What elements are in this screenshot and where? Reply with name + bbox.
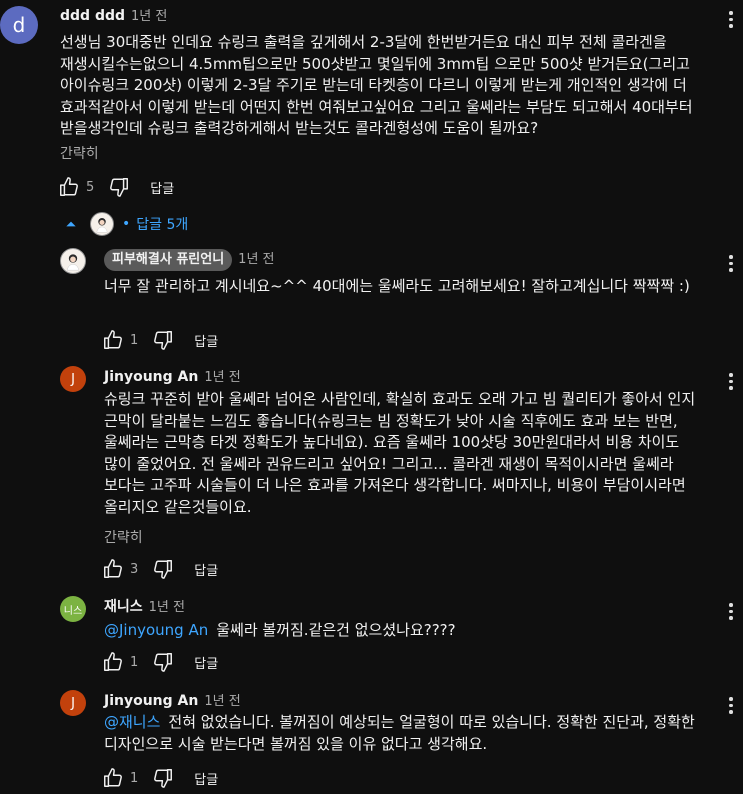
creator-avatar-image-icon bbox=[96, 218, 108, 233]
comment-header: ddd ddd 1년 전 bbox=[60, 5, 167, 24]
timestamp[interactable]: 1년 전 bbox=[204, 694, 240, 709]
thumbs-up-icon[interactable] bbox=[102, 558, 124, 580]
thumbs-down-icon[interactable] bbox=[152, 767, 174, 789]
show-less-button[interactable]: 간략히 bbox=[60, 143, 99, 163]
avatar[interactable] bbox=[60, 248, 86, 274]
like-count: 1 bbox=[130, 654, 139, 670]
like-count: 5 bbox=[86, 179, 95, 195]
reply-actions: 1 답글 bbox=[102, 650, 218, 674]
like-count: 1 bbox=[130, 770, 139, 786]
reply-button[interactable]: 답글 bbox=[194, 653, 218, 672]
more-actions-icon[interactable] bbox=[728, 8, 734, 31]
mention-link[interactable]: @재니스 bbox=[104, 713, 160, 731]
like-count: 3 bbox=[130, 561, 139, 577]
reply-item: 니스 재니스 1년 전 @Jinyoung An 울쎄라 볼꺼짐.같은건 없으셨나요… bbox=[0, 592, 743, 682]
reply-item: J Jinyoung An 1년 전 슈링크 꾸준히 받아 울쎄라 넘어온 사람인… bbox=[0, 360, 743, 585]
author-name[interactable]: Jinyoung An bbox=[104, 369, 198, 385]
thumbs-down-icon[interactable] bbox=[108, 176, 130, 198]
author-name-chip[interactable]: 피부해결사 퓨린언니 bbox=[104, 249, 233, 271]
timestamp[interactable]: 1년 전 bbox=[238, 252, 274, 267]
thumbs-up-icon[interactable] bbox=[102, 767, 124, 789]
chevron-up-icon bbox=[66, 221, 76, 227]
more-actions-icon[interactable] bbox=[728, 252, 734, 275]
reply-text-wrap: @Jinyoung An 울쎄라 볼꺼짐.같은건 없으셨나요???? bbox=[104, 620, 704, 642]
more-actions-icon[interactable] bbox=[728, 370, 734, 393]
reply-button[interactable]: 답글 bbox=[194, 560, 218, 579]
reply-header: 재니스 1년 전 bbox=[104, 596, 185, 616]
reply-text-wrap: @재니스 전혀 없었습니다. 볼꺼짐이 예상되는 얼굴형이 따로 있습니다. 정확… bbox=[104, 712, 714, 755]
reply-item: 피부해결사 퓨린언니 1년 전 너무 잘 관리하고 계시네요~^^ 40대에는 울… bbox=[0, 240, 743, 352]
reply-text: 전혀 없었습니다. 볼꺼짐이 예상되는 얼굴형이 따로 있습니다. 정확한 진단… bbox=[104, 713, 695, 753]
avatar[interactable]: 니스 bbox=[60, 596, 86, 622]
thumbs-up-icon[interactable] bbox=[102, 329, 124, 351]
mention-link[interactable]: @Jinyoung An bbox=[104, 621, 208, 639]
author-name[interactable]: 재니스 bbox=[104, 599, 143, 615]
thumbs-down-icon[interactable] bbox=[152, 651, 174, 673]
reply-actions: 1 답글 bbox=[102, 328, 218, 352]
thumbs-up-icon[interactable] bbox=[102, 651, 124, 673]
top-comment: d ddd ddd 1년 전 선생님 30대중반 인데요 슈링크 출력을 깊게해서… bbox=[0, 0, 743, 205]
avatar[interactable]: d bbox=[0, 6, 38, 44]
reply-actions: 1 답글 bbox=[102, 766, 218, 790]
like-count: 1 bbox=[130, 332, 139, 348]
avatar-image-icon bbox=[66, 254, 80, 271]
comment-text: 선생님 30대중반 인데요 슈링크 출력을 깊게해서 2-3달에 한번받거든요 … bbox=[60, 33, 693, 137]
creator-avatar bbox=[90, 212, 114, 236]
timestamp[interactable]: 1년 전 bbox=[149, 600, 185, 615]
more-actions-icon[interactable] bbox=[728, 600, 734, 623]
reply-text: 울쎄라 볼꺼짐.같은건 없으셨나요???? bbox=[216, 621, 456, 639]
timestamp[interactable]: 1년 전 bbox=[131, 9, 167, 24]
show-less-button[interactable]: 간략히 bbox=[104, 527, 143, 547]
reply-header: Jinyoung An 1년 전 bbox=[104, 690, 241, 709]
reply-text: 슈링크 꾸준히 받아 울쎄라 넘어온 사람인데, 확실히 효과도 오래 가고 빔… bbox=[104, 390, 696, 516]
replies-count-label: 답글 5개 bbox=[136, 217, 189, 233]
reply-item: J Jinyoung An 1년 전 @재니스 전혀 없었습니다. 볼꺼짐이 예상되… bbox=[0, 686, 743, 794]
reply-button[interactable]: 답글 bbox=[194, 769, 218, 788]
author-name[interactable]: Jinyoung An bbox=[104, 693, 198, 709]
comment-actions: 5 답글 bbox=[58, 175, 174, 199]
thumbs-down-icon[interactable] bbox=[152, 329, 174, 351]
replies-toggle-button[interactable]: • 답글 5개 bbox=[64, 212, 188, 236]
thumbs-down-icon[interactable] bbox=[152, 558, 174, 580]
bullet: • bbox=[122, 216, 131, 232]
reply-button[interactable]: 답글 bbox=[150, 178, 174, 197]
reply-header: 피부해결사 퓨린언니 1년 전 bbox=[104, 248, 275, 271]
reply-actions: 3 답글 bbox=[102, 557, 218, 581]
more-actions-icon[interactable] bbox=[728, 694, 734, 717]
thumbs-up-icon[interactable] bbox=[58, 176, 80, 198]
reply-button[interactable]: 답글 bbox=[194, 331, 218, 350]
avatar[interactable]: J bbox=[60, 690, 86, 716]
author-name[interactable]: ddd ddd bbox=[60, 8, 125, 24]
reply-text: 너무 잘 관리하고 계시네요~^^ 40대에는 울쎄라도 고려해보세요! 잘하고… bbox=[104, 277, 690, 295]
avatar[interactable]: J bbox=[60, 366, 86, 392]
timestamp[interactable]: 1년 전 bbox=[204, 370, 240, 385]
reply-header: Jinyoung An 1년 전 bbox=[104, 366, 241, 385]
